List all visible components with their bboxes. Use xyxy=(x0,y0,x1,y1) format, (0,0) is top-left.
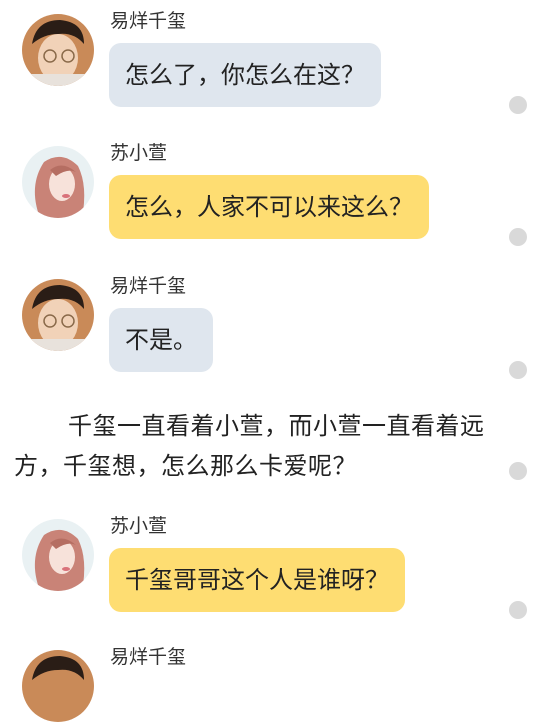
male-avatar[interactable] xyxy=(22,279,94,351)
message-status-dot[interactable] xyxy=(509,96,527,114)
male-avatar[interactable] xyxy=(22,14,94,86)
sender-name: 易烊千玺 xyxy=(110,10,187,32)
message-status-dot[interactable] xyxy=(509,601,527,619)
sender-name: 苏小萱 xyxy=(110,142,168,164)
male-avatar[interactable] xyxy=(22,650,94,722)
sender-name: 易烊千玺 xyxy=(110,646,187,668)
message-bubble[interactable]: 不是。 xyxy=(109,308,213,372)
narration-text: 千玺一直看着小萱，而小萱一直看着远方，千玺想，怎么那么卡爱呢？ xyxy=(14,412,485,480)
message-bubble[interactable]: 怎么，人家不可以来这么？ xyxy=(109,175,429,239)
female-avatar[interactable] xyxy=(22,519,94,591)
sender-name: 苏小萱 xyxy=(110,515,168,537)
female-avatar[interactable] xyxy=(22,146,94,218)
sender-name: 易烊千玺 xyxy=(110,275,187,297)
message-bubble[interactable]: 怎么了，你怎么在这？ xyxy=(109,43,381,107)
message-bubble[interactable]: 千玺哥哥这个人是谁呀？ xyxy=(109,548,405,612)
narration-status-dot[interactable] xyxy=(509,462,527,480)
message-status-dot[interactable] xyxy=(509,361,527,379)
message-status-dot[interactable] xyxy=(509,228,527,246)
